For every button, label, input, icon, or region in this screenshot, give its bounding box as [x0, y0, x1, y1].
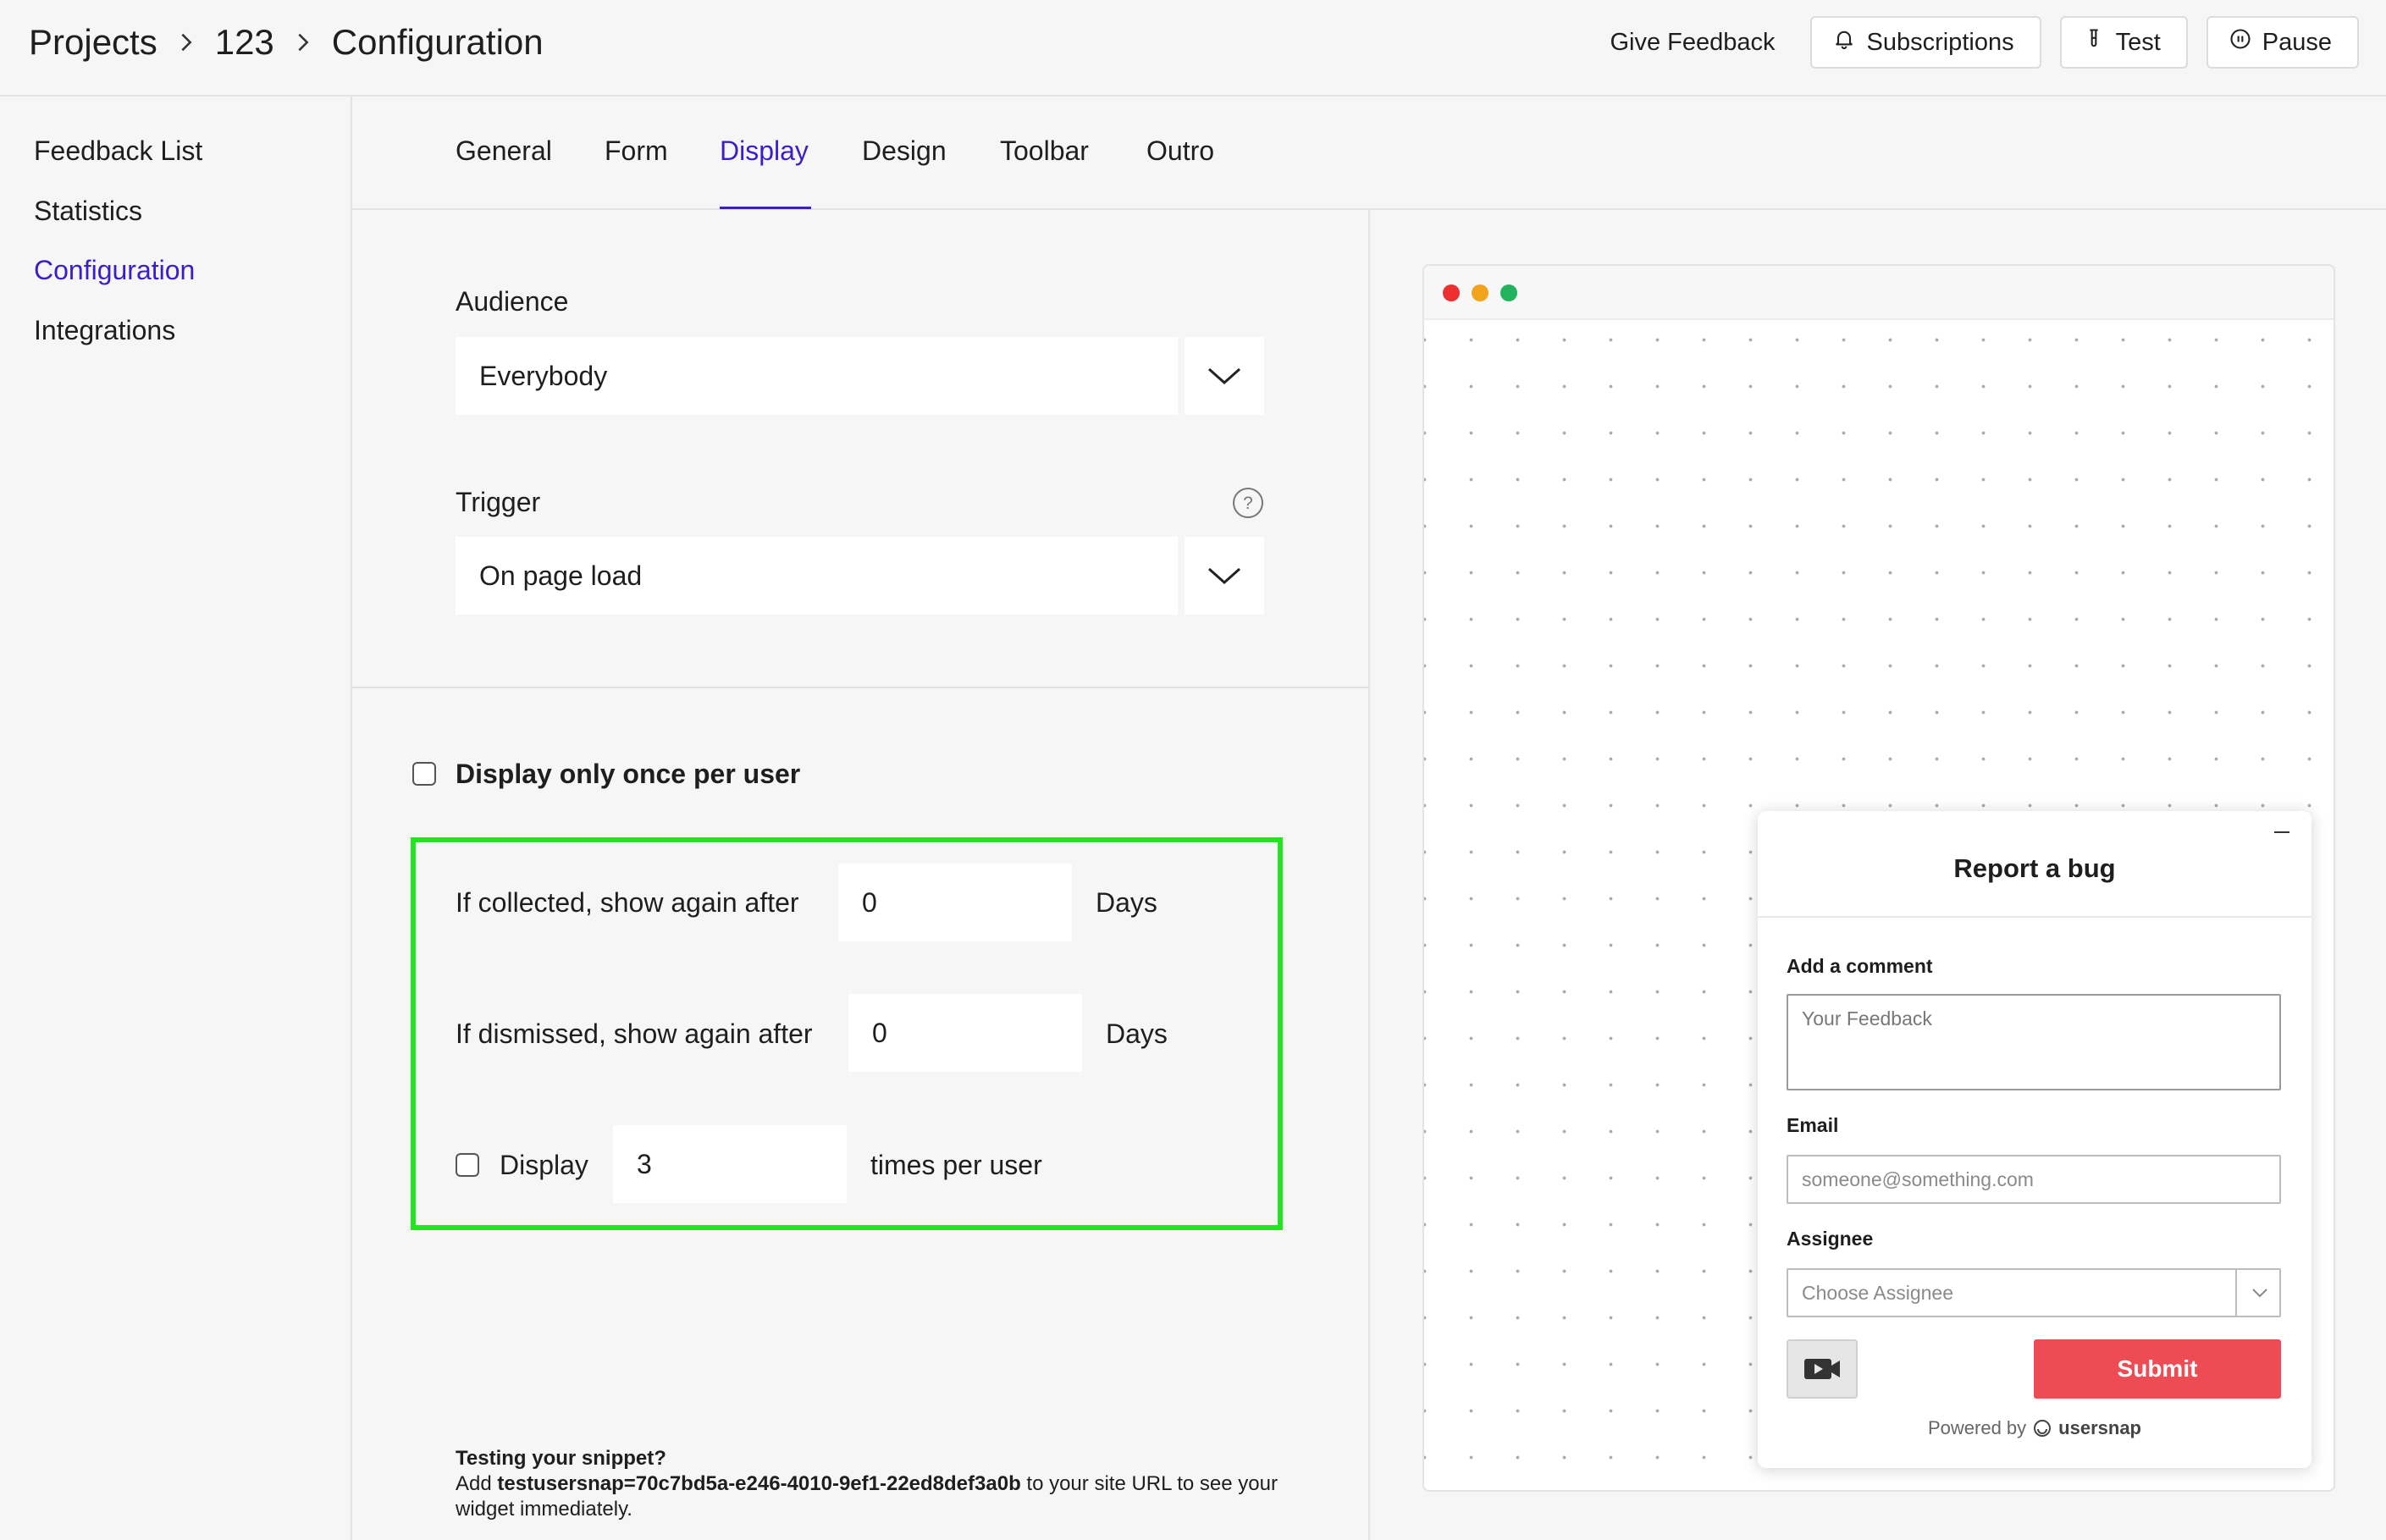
snippet-text: Add testusersnap=70c7bd5a-e246-4010-9ef1… — [456, 1471, 1311, 1522]
chevron-down-icon — [1208, 567, 1240, 585]
section-divider — [352, 687, 1368, 688]
assignee-label: Assignee — [1787, 1228, 1874, 1250]
trigger-select[interactable]: On page load — [456, 537, 1178, 615]
sidebar-item-statistics[interactable]: Statistics — [34, 196, 142, 227]
snippet-prefix: Add — [456, 1472, 498, 1495]
comment-textarea[interactable]: Your Feedback — [1787, 994, 2281, 1090]
collected-days-input[interactable]: 0 — [838, 864, 1072, 941]
preview-window-bar — [1424, 266, 2334, 320]
display-times-input[interactable]: 3 — [613, 1125, 847, 1203]
email-label: Email — [1787, 1114, 1839, 1136]
display-once-label: Display only once per user — [456, 759, 801, 789]
pause-label: Pause — [2262, 28, 2332, 56]
minimize-icon[interactable] — [2274, 831, 2289, 833]
tab-form[interactable]: Form — [605, 135, 668, 167]
test-label: Test — [2115, 28, 2161, 56]
display-times-label: Display — [500, 1150, 588, 1180]
brand-name: usersnap — [2058, 1417, 2141, 1438]
widget-divider — [1758, 916, 2311, 918]
column-divider — [1368, 210, 1370, 1540]
breadcrumb-project-id[interactable]: 123 — [215, 22, 274, 63]
pause-button[interactable]: Pause — [2206, 16, 2359, 69]
tab-toolbar[interactable]: Toolbar — [1000, 135, 1089, 167]
email-field[interactable]: someone@something.com — [1787, 1155, 2281, 1204]
powered-by-text: Powered by — [1927, 1417, 2027, 1438]
widget-title: Report a bug — [1953, 853, 2116, 883]
trigger-value: On page load — [479, 560, 643, 591]
help-icon[interactable]: ? — [1231, 486, 1265, 520]
breadcrumb-projects[interactable]: Projects — [29, 22, 157, 63]
header-actions: Give Feedback Subscriptions Test Pause — [1610, 15, 2359, 69]
tab-display[interactable]: Display — [720, 135, 809, 167]
trigger-dropdown-toggle[interactable] — [1185, 537, 1264, 615]
chevron-right-icon — [291, 30, 315, 54]
assignee-dropdown-toggle[interactable] — [2235, 1268, 2283, 1317]
audience-label: Audience — [456, 286, 569, 317]
subscriptions-label: Subscriptions — [1866, 28, 2014, 56]
video-camera-icon — [1804, 1359, 1840, 1379]
usersnap-logo-icon — [2034, 1420, 2052, 1437]
dismissed-days-input[interactable]: 0 — [848, 994, 1082, 1072]
trigger-label: Trigger — [456, 487, 541, 517]
audience-value: Everybody — [479, 360, 608, 391]
sidebar-item-configuration[interactable]: Configuration — [34, 255, 195, 286]
pause-icon — [2229, 27, 2252, 58]
dismissed-label: If dismissed, show again after — [456, 1018, 813, 1049]
chevron-down-icon — [1208, 367, 1240, 385]
chevron-right-icon — [174, 30, 198, 54]
tab-design[interactable]: Design — [862, 135, 947, 167]
give-feedback-link[interactable]: Give Feedback — [1610, 29, 1775, 57]
window-maximize-dot — [1500, 284, 1517, 301]
subscriptions-button[interactable]: Subscriptions — [1810, 16, 2041, 69]
collected-label: If collected, show again after — [456, 887, 799, 918]
display-times-checkbox[interactable] — [456, 1153, 479, 1177]
svg-text:?: ? — [1243, 494, 1253, 513]
snippet-title: Testing your snippet? — [456, 1447, 666, 1470]
sidebar-item-feedback-list[interactable]: Feedback List — [34, 135, 202, 167]
record-video-button[interactable] — [1787, 1339, 1858, 1399]
feedback-widget: Report a bug Add a comment Your Feedback… — [1758, 811, 2311, 1468]
submit-button[interactable]: Submit — [2034, 1339, 2281, 1399]
tab-outro[interactable]: Outro — [1146, 135, 1214, 167]
comment-label: Add a comment — [1787, 955, 1933, 977]
top-header: Projects 123 Configuration Give Feedback… — [0, 0, 2386, 97]
breadcrumb: Projects 123 Configuration — [29, 0, 544, 85]
window-minimize-dot — [1472, 284, 1488, 301]
assignee-select[interactable]: Choose Assignee — [1787, 1268, 2281, 1317]
display-times-suffix: times per user — [870, 1150, 1042, 1180]
audience-select[interactable]: Everybody — [456, 337, 1178, 415]
chevron-down-icon — [2252, 1289, 2267, 1298]
bell-icon — [1832, 27, 1856, 58]
window-close-dot — [1443, 284, 1460, 301]
sidebar-item-integrations[interactable]: Integrations — [34, 315, 175, 346]
powered-by: Powered by usersnap — [1758, 1417, 2311, 1439]
collected-unit: Days — [1096, 887, 1157, 918]
display-once-checkbox[interactable] — [412, 762, 436, 786]
test-button[interactable]: Test — [2059, 16, 2188, 69]
tab-general[interactable]: General — [456, 135, 552, 167]
sidebar: Feedback List Statistics Configuration I… — [0, 97, 352, 1540]
audience-dropdown-toggle[interactable] — [1185, 337, 1264, 415]
dismissed-unit: Days — [1106, 1018, 1168, 1049]
breadcrumb-current: Configuration — [331, 22, 544, 62]
config-tabs: General Form Display Design Toolbar Outr… — [352, 97, 2386, 210]
test-tube-icon — [2082, 27, 2106, 58]
active-tab-indicator — [720, 207, 811, 209]
snippet-code: testusersnap=70c7bd5a-e246-4010-9ef1-22e… — [497, 1472, 1021, 1495]
snippet-help: Testing your snippet? Add testusersnap=7… — [456, 1446, 1311, 1522]
